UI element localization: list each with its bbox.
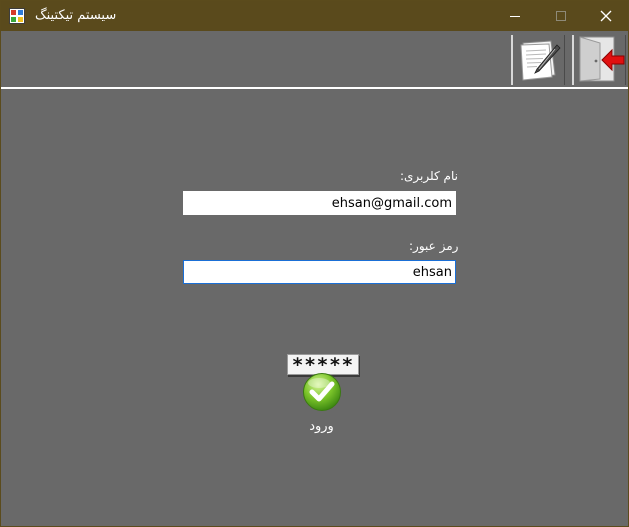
password-input[interactable] xyxy=(183,260,456,284)
login-button[interactable]: ***** ورود xyxy=(285,354,360,436)
minimize-button[interactable] xyxy=(492,1,538,31)
username-input[interactable] xyxy=(183,191,456,215)
exit-button[interactable] xyxy=(572,35,626,85)
window-title: سیستم تیکتینگ xyxy=(35,8,117,23)
title-bar[interactable]: سیستم تیکتینگ xyxy=(1,1,628,31)
close-button[interactable] xyxy=(583,1,628,31)
close-icon xyxy=(600,10,612,22)
minimize-icon xyxy=(510,16,520,17)
login-label: ورود xyxy=(309,419,334,434)
app-window: سیستم تیکتینگ نام کلربری: ehsan@gmail.co… xyxy=(0,0,629,527)
maximize-button[interactable] xyxy=(538,1,584,31)
door-exit-arrow-icon xyxy=(579,36,625,82)
document-pen-icon xyxy=(520,40,561,81)
toolbar xyxy=(1,31,628,89)
register-button[interactable] xyxy=(511,35,565,85)
username-label: نام کلربری: xyxy=(400,169,458,183)
app-icon xyxy=(9,8,25,24)
password-label: رمز عبور: xyxy=(409,239,459,253)
checkmark-icon xyxy=(303,373,341,411)
maximize-icon xyxy=(556,11,566,21)
